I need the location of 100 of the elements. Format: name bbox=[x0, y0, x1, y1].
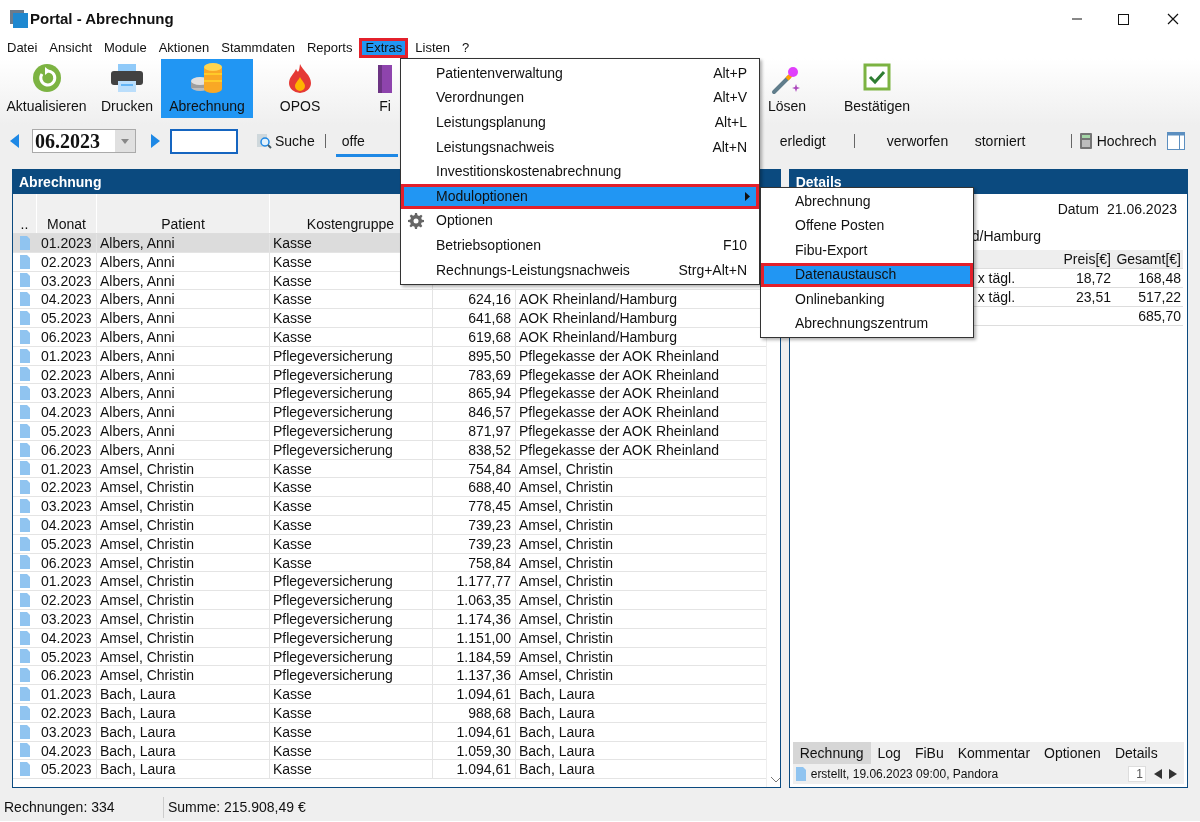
menu-item[interactable]: Leistungsnachweis Alt+N bbox=[401, 134, 759, 160]
filter-tab[interactable]: verworfen bbox=[880, 125, 969, 157]
column-header[interactable]: Patient bbox=[97, 214, 270, 233]
window-title: Portal - Abrechnung bbox=[30, 8, 174, 29]
menu-item[interactable]: ? bbox=[457, 38, 475, 58]
previous-page-icon[interactable] bbox=[1153, 769, 1163, 779]
menu-item[interactable]: Reports bbox=[301, 38, 358, 58]
toolbar-button[interactable]: Bestätigen bbox=[837, 59, 917, 118]
column-header[interactable]: Gesamt[€] bbox=[1115, 250, 1183, 268]
menu-item[interactable]: Ansicht bbox=[44, 38, 97, 58]
table-cell: 754,84 bbox=[433, 459, 516, 478]
table-row[interactable]: 03.2023 Amsel, Christin Kasse 778,45 Amsel, Christin bbox=[13, 497, 766, 516]
toolbar-button[interactable]: Aktualisieren bbox=[0, 59, 93, 118]
table-cell: Kasse bbox=[270, 515, 433, 534]
column-header[interactable]: Preis[€] bbox=[1045, 250, 1115, 268]
table-row[interactable]: 01.2023 Albers, Anni Pflegeversicherung 895,50 Pflegekasse der AOK Rheinland bbox=[13, 346, 766, 366]
menu-item[interactable]: Moduloptionen bbox=[401, 183, 759, 209]
date-value: 21.06.2023 bbox=[1106, 200, 1177, 219]
menu-item[interactable]: Investitionskostenabrechnung bbox=[401, 159, 759, 184]
table-cell-text: x tägl. bbox=[977, 288, 1017, 306]
column-header[interactable]: Monat bbox=[37, 214, 97, 233]
table-row[interactable]: 04.2023 Amsel, Christin Pflegeversicherung 1.151,00 Amsel, Christin bbox=[13, 628, 766, 648]
details-tab[interactable]: Rechnung bbox=[792, 742, 871, 764]
table-row[interactable]: 01.2023 Bach, Laura Kasse 1.094,61 Bach, Laura bbox=[13, 685, 766, 704]
table-row[interactable]: 05.2023 Amsel, Christin Kasse 739,23 Amsel, Christin bbox=[13, 534, 766, 554]
column-header[interactable]: .. bbox=[13, 214, 37, 233]
next-page-icon[interactable] bbox=[1168, 769, 1178, 779]
table-cell: Albers, Anni bbox=[97, 403, 270, 421]
table-cell-text: Amsel, Christin bbox=[518, 478, 615, 497]
menu-item[interactable]: Extras bbox=[359, 38, 409, 58]
document-icon bbox=[20, 311, 30, 326]
toolbar-button[interactable]: Drucken bbox=[93, 59, 161, 118]
table-cell: Albers, Anni bbox=[97, 346, 270, 365]
table-row[interactable]: 04.2023 Amsel, Christin Kasse 739,23 Amsel, Christin bbox=[13, 515, 766, 535]
table-cell: 846,57 bbox=[433, 403, 516, 421]
details-tab[interactable]: FiBu bbox=[907, 742, 951, 764]
table-cell: 988,68 bbox=[433, 703, 516, 722]
table-cell-text: Amsel, Christin bbox=[518, 515, 615, 534]
table-row[interactable]: 05.2023 Albers, Anni Pflegeversicherung 871,97 Pflegekasse der AOK Rheinland bbox=[13, 421, 766, 441]
details-tab[interactable]: Kommentar bbox=[950, 742, 1038, 764]
dropdown-caret-icon bbox=[121, 138, 129, 144]
scroll-down-icon[interactable] bbox=[770, 777, 780, 783]
panel-layout-icon[interactable] bbox=[1166, 132, 1185, 150]
table-row[interactable]: 06.2023 Amsel, Christin Pflegeversicherung 1.137,36 Amsel, Christin bbox=[13, 666, 766, 686]
period-dropdown[interactable]: 06.2023 bbox=[32, 129, 136, 153]
menu-item[interactable]: Stammdaten bbox=[216, 38, 300, 58]
table-row[interactable]: 02.2023 Albers, Anni Pflegeversicherung 783,69 Pflegekasse der AOK Rheinland bbox=[13, 365, 766, 385]
table-row[interactable]: 05.2023 Amsel, Christin Pflegeversicherung 1.184,59 Amsel, Christin bbox=[13, 647, 766, 667]
toolbar-button[interactable]: OPOS bbox=[255, 59, 345, 118]
table-cell-text: 18,72 bbox=[1074, 269, 1112, 287]
table-cell: 1.174,36 bbox=[433, 609, 516, 628]
table-cell: Albers, Anni bbox=[97, 384, 270, 403]
table-cell: 739,23 bbox=[433, 534, 516, 553]
table-cell: Pflegeversicherung bbox=[270, 440, 433, 459]
table-row[interactable]: 02.2023 Amsel, Christin Pflegeversicherung 1.063,35 Amsel, Christin bbox=[13, 591, 766, 610]
table-row[interactable]: 04.2023 Bach, Laura Kasse 1.059,30 Bach, Laura bbox=[13, 741, 766, 761]
search-button[interactable]: Suche bbox=[256, 130, 315, 152]
document-icon bbox=[20, 630, 30, 645]
table-cell: Kasse bbox=[270, 722, 433, 741]
table-cell: Albers, Anni bbox=[97, 328, 270, 346]
toolbar-button[interactable]: Lösen bbox=[757, 59, 817, 118]
details-tab[interactable]: Optionen bbox=[1037, 742, 1108, 764]
table-row[interactable]: 01.2023 Amsel, Christin Kasse 754,84 Amsel, Christin bbox=[13, 459, 766, 479]
menu-item[interactable]: Aktionen bbox=[153, 38, 215, 58]
page-number-field[interactable]: 1 bbox=[1128, 766, 1146, 782]
projection-button[interactable]: Hochrech bbox=[1079, 130, 1157, 152]
menu-item[interactable]: Listen bbox=[410, 38, 455, 58]
details-tab[interactable]: Details bbox=[1107, 742, 1165, 764]
table-row[interactable]: 06.2023 Albers, Anni Kasse 619,68 AOK Rheinland/Hamburg bbox=[13, 328, 766, 347]
menu-item[interactable]: Datei bbox=[2, 38, 43, 58]
table-cell: 01.2023 bbox=[37, 234, 97, 252]
menu-item[interactable]: Leistungsplanung Alt+L bbox=[401, 110, 759, 135]
table-row[interactable]: 04.2023 Albers, Anni Pflegeversicherung 846,57 Pflegekasse der AOK Rheinland bbox=[13, 403, 766, 422]
table-cell: 04.2023 bbox=[37, 403, 97, 421]
table-row[interactable]: 05.2023 Bach, Laura Kasse 1.094,61 Bach, Laura bbox=[13, 760, 766, 780]
table-row[interactable]: 03.2023 Bach, Laura Kasse 1.094,61 Bach, Laura bbox=[13, 722, 766, 742]
table-cell: Amsel, Christin bbox=[97, 572, 270, 591]
input-field[interactable] bbox=[170, 128, 238, 154]
table-row[interactable]: 06.2023 Albers, Anni Pflegeversicherung 838,52 Pflegekasse der AOK Rheinland bbox=[13, 440, 766, 460]
table-cell: Albers, Anni bbox=[97, 421, 270, 440]
table-cell-text: Bach, Laura bbox=[518, 722, 596, 741]
toolbar-button[interactable]: Abrechnung bbox=[161, 59, 253, 118]
menu-item[interactable]: Abrechnung bbox=[761, 189, 973, 214]
table-row[interactable]: 06.2023 Amsel, Christin Kasse 758,84 Amsel, Christin bbox=[13, 553, 766, 573]
table-row[interactable]: 03.2023 Albers, Anni Pflegeversicherung 865,94 Pflegekasse der AOK Rheinland bbox=[13, 384, 766, 404]
menu-item[interactable]: Verordnungen Alt+V bbox=[401, 85, 759, 111]
details-tab[interactable]: Log bbox=[870, 742, 908, 764]
table-cell: 01.2023 bbox=[37, 459, 97, 478]
filter-tab[interactable]: storniert bbox=[968, 125, 1059, 157]
menu-item[interactable]: Datenaustausch bbox=[761, 262, 973, 287]
filter-tab[interactable]: erledigt bbox=[773, 125, 854, 157]
table-row[interactable]: 02.2023 Bach, Laura Kasse 988,68 Bach, Laura bbox=[13, 703, 766, 723]
table-cell: Bach, Laura bbox=[97, 760, 270, 779]
table-row[interactable]: 02.2023 Amsel, Christin Kasse 688,40 Amsel, Christin bbox=[13, 478, 766, 498]
menu-item[interactable]: Patientenverwaltung Alt+P bbox=[401, 61, 759, 86]
table-row[interactable]: 01.2023 Amsel, Christin Pflegeversicherung 1.177,77 Amsel, Christin bbox=[13, 572, 766, 592]
menu-item[interactable]: Module bbox=[99, 38, 152, 58]
table-row[interactable]: 03.2023 Amsel, Christin Pflegeversicherung 1.174,36 Amsel, Christin bbox=[13, 609, 766, 629]
previous-arrow-icon[interactable] bbox=[10, 134, 20, 148]
next-arrow-icon[interactable] bbox=[150, 134, 160, 148]
